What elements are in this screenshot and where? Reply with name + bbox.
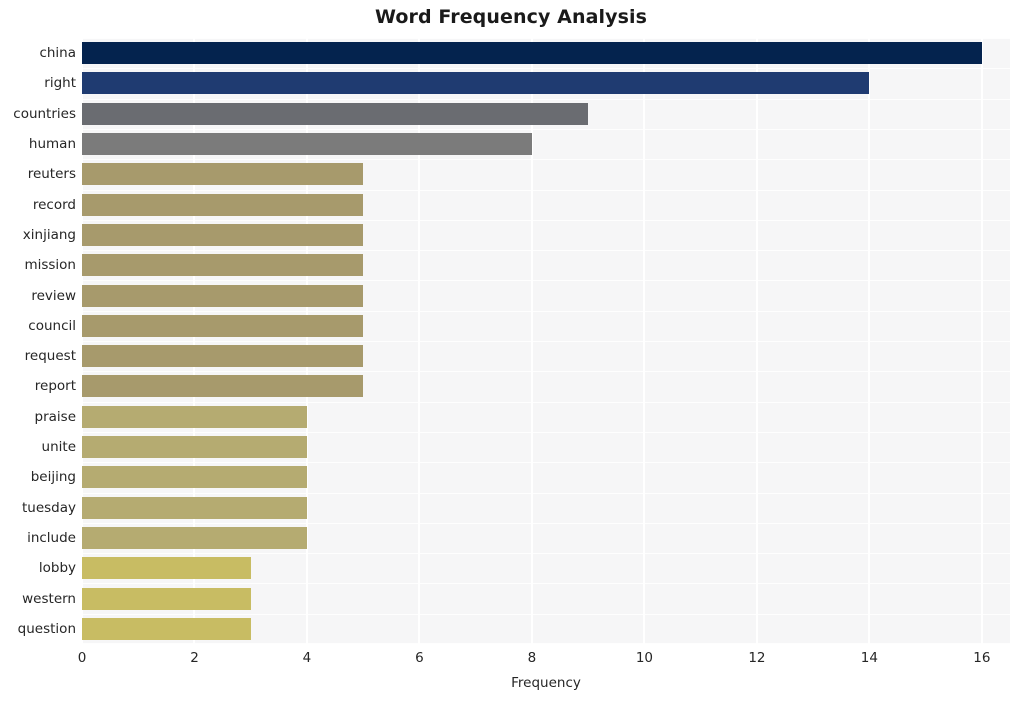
y-axis-tick-label: western	[22, 590, 76, 607]
y-axis-tick-label: review	[31, 287, 76, 304]
word-frequency-chart-figure: Word Frequency Analysis china right countr…	[0, 0, 1022, 701]
x-axis-tick-label: 0	[77, 650, 87, 666]
y-axis-tick-label: praise	[34, 408, 76, 425]
x-axis-tick-label: 4	[302, 650, 312, 666]
bar	[82, 314, 364, 337]
x-axis-tick-label: 2	[190, 650, 199, 666]
y-axis-tick-label: human	[28, 136, 76, 153]
x-axis-tick-label: 14	[860, 650, 878, 666]
x-axis-tick-label: 10	[635, 650, 654, 666]
bar	[82, 102, 589, 125]
y-axis-tick-label: mission	[24, 257, 76, 274]
bars-layer	[82, 38, 1010, 644]
bar	[82, 254, 364, 277]
bar	[82, 405, 307, 428]
bar	[82, 557, 251, 580]
bar	[82, 72, 870, 95]
bar	[82, 436, 307, 459]
y-axis-tick-label: tuesday	[21, 499, 76, 516]
x-axis-tick-label: 16	[973, 650, 991, 666]
y-axis-tick-label: request	[24, 348, 76, 365]
bar	[82, 42, 982, 65]
y-axis-tick-label: beijing	[30, 469, 76, 486]
y-axis-tick-label: right	[44, 75, 76, 92]
y-axis-tick-label: china	[39, 45, 76, 62]
bar	[82, 496, 307, 519]
y-axis-tick-labels: china right countries human reuters record xin…	[0, 38, 76, 644]
x-axis-title: Frequency	[511, 675, 581, 691]
x-axis-tick-label: 8	[527, 650, 537, 666]
y-axis-tick-label: reuters	[27, 166, 76, 183]
bar	[82, 375, 364, 398]
bar	[82, 193, 364, 216]
bar	[82, 223, 364, 246]
y-axis-tick-label: lobby	[38, 560, 76, 577]
y-axis-tick-label: question	[17, 620, 76, 637]
bar	[82, 617, 251, 640]
chart-title: Word Frequency Analysis	[374, 6, 648, 28]
bar	[82, 587, 251, 610]
y-axis-tick-label: report	[34, 378, 76, 395]
y-axis-tick-label: countries	[13, 105, 76, 122]
y-axis-tick-label: xinjiang	[22, 226, 76, 243]
plot-area	[82, 38, 1010, 644]
bar	[82, 284, 364, 307]
x-axis-tick-label: 6	[415, 650, 424, 666]
y-axis-tick-label: unite	[41, 439, 76, 456]
bar	[82, 163, 364, 186]
y-axis-tick-label: council	[28, 317, 76, 334]
y-axis-tick-label: include	[27, 529, 76, 546]
x-axis-tick-label: 12	[748, 650, 766, 666]
bar	[82, 466, 307, 489]
bar	[82, 345, 364, 368]
y-axis-tick-label: record	[32, 196, 76, 213]
bar	[82, 526, 307, 549]
x-axis-tick-labels: 0 2 4 6 8 10 12 14 16	[0, 650, 1022, 672]
bar	[82, 133, 532, 156]
